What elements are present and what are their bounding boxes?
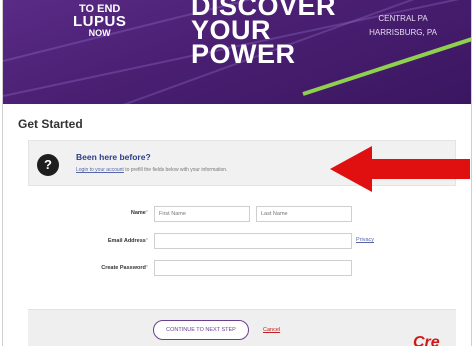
email-input[interactable] xyxy=(154,233,352,249)
required-marker: * xyxy=(145,238,148,244)
event-banner: TO END LUPUS NOW DISCOVER YOUR POWER CEN… xyxy=(3,0,471,104)
location-city: HARRISBURG, PA xyxy=(369,28,437,37)
credit-annotation: Cre xyxy=(413,334,440,346)
password-label-text: Create Password xyxy=(101,265,146,271)
returning-user-message: Login to your account to prefill the fie… xyxy=(76,167,227,173)
page-title: Get Started xyxy=(18,117,83,131)
password-input[interactable] xyxy=(154,260,352,276)
logo-line-2: LUPUS xyxy=(73,13,127,30)
returning-user-title: Been here before? xyxy=(76,152,151,162)
required-marker: * xyxy=(145,265,148,271)
location-region: CENTRAL PA xyxy=(378,14,428,23)
returning-user-message-text: to prefill the fields below with your in… xyxy=(123,167,228,173)
question-mark-icon: ? xyxy=(37,154,59,176)
name-label-text: Name xyxy=(130,210,146,216)
first-name-input[interactable] xyxy=(154,206,250,222)
last-name-input[interactable] xyxy=(256,206,352,222)
login-link[interactable]: Login to your account xyxy=(76,167,124,173)
banner-headline: DISCOVER YOUR POWER xyxy=(191,0,336,69)
headline-line-3: POWER xyxy=(191,39,296,69)
to-end-lupus-now-logo: TO END LUPUS NOW xyxy=(73,4,126,39)
arrow-shape xyxy=(330,146,470,192)
cancel-link[interactable]: Cancel xyxy=(263,327,280,333)
continue-button[interactable]: CONTINUE TO NEXT STEP xyxy=(153,320,249,340)
required-marker: * xyxy=(145,210,148,216)
form-footer: CONTINUE TO NEXT STEP Cancel xyxy=(28,309,456,346)
password-label: Create Password* xyxy=(38,265,148,271)
annotation-arrow-icon xyxy=(330,146,470,192)
privacy-link[interactable]: Privacy xyxy=(356,237,374,243)
name-label: Name* xyxy=(38,210,148,216)
event-location: CENTRAL PA HARRISBURG, PA xyxy=(369,12,437,40)
email-label-text: Email Address xyxy=(107,238,146,244)
email-label: Email Address* xyxy=(38,238,148,244)
